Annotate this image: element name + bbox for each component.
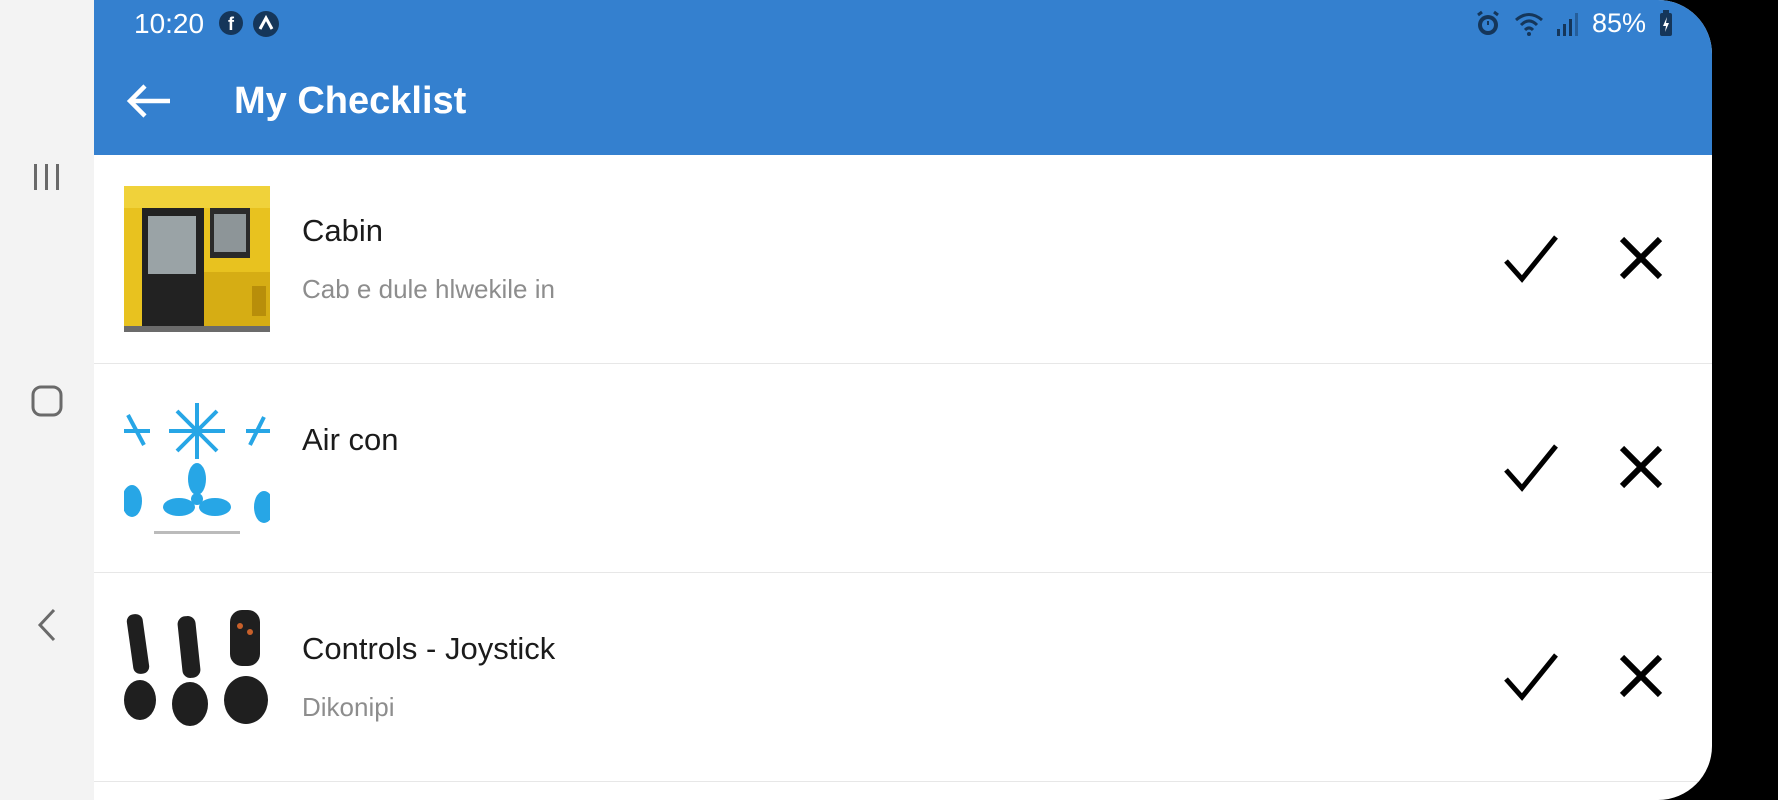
close-icon[interactable] — [1618, 444, 1664, 490]
close-icon[interactable] — [1618, 653, 1664, 699]
joystick-image — [124, 604, 270, 750]
app-notification-icon — [253, 11, 279, 37]
checklist-item-cabin[interactable]: Cabin Cab e dule hlwekile in — [94, 155, 1712, 364]
check-icon[interactable] — [1502, 651, 1560, 703]
item-title: Controls - Joystick — [302, 631, 556, 666]
system-navigation-bar — [0, 0, 94, 800]
air-con-image — [124, 395, 270, 541]
item-subtitle: Cab e dule hlwekile in — [302, 274, 555, 304]
checklist: Cabin Cab e dule hlwekile in Air con Con… — [94, 155, 1712, 782]
checklist-item-air-con[interactable]: Air con — [94, 364, 1712, 573]
status-notification-icons: f — [218, 10, 280, 38]
alarm-icon — [1477, 10, 1499, 35]
item-title: Cabin — [302, 213, 383, 248]
checklist-item-controls-joystick[interactable]: Controls - Joystick Dikonipi — [94, 573, 1712, 782]
app-bar: 10:20 f 85% My Checklist — [94, 0, 1712, 155]
battery-charging-icon — [1660, 9, 1672, 36]
recent-apps-icon — [34, 164, 59, 190]
status-time: 10:20 — [134, 8, 205, 39]
signal-icon — [1556, 12, 1578, 36]
back-chevron-icon — [37, 608, 56, 642]
back-nav-button[interactable] — [20, 598, 74, 652]
back-arrow-icon[interactable] — [124, 82, 176, 120]
home-icon — [31, 385, 63, 417]
facebook-icon: f — [219, 11, 243, 35]
home-button[interactable] — [20, 374, 74, 428]
close-icon[interactable] — [1618, 235, 1664, 281]
check-icon[interactable] — [1502, 442, 1560, 494]
recent-apps-button[interactable] — [20, 150, 74, 204]
page-title: My Checklist — [234, 80, 467, 122]
app-screen: 10:20 f 85% My Checklist Cabin Cab e dul… — [94, 0, 1712, 800]
item-subtitle: Dikonipi — [302, 692, 395, 722]
svg-text:f: f — [228, 14, 235, 34]
wifi-icon — [1514, 12, 1543, 36]
battery-percentage: 85% — [1591, 8, 1646, 38]
cabin-image — [124, 186, 270, 332]
item-title: Air con — [302, 422, 399, 457]
status-system-icons: 85% — [1474, 8, 1674, 39]
check-icon[interactable] — [1502, 233, 1560, 285]
